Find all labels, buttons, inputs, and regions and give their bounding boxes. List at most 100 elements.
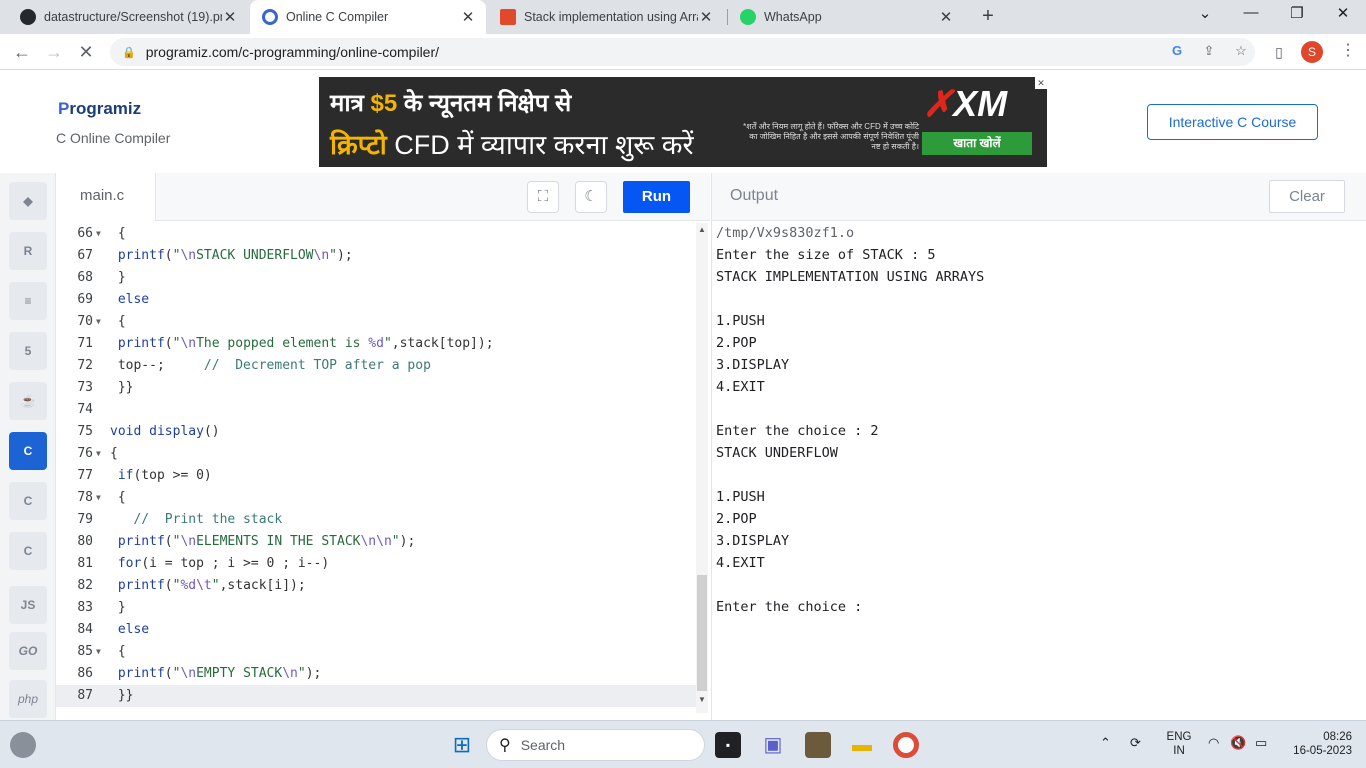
- input-language-indicator[interactable]: ENG IN: [1166, 730, 1192, 758]
- scroll-up-icon[interactable]: ▲: [696, 225, 708, 234]
- lock-icon[interactable]: 🔒: [122, 46, 136, 59]
- fold-toggle-icon[interactable]: ▼: [96, 223, 101, 245]
- advertisement-banner[interactable]: मात्र $5 के न्यूनतम निक्षेप से क्रिप्टो …: [319, 77, 1047, 167]
- code-line[interactable]: 79 // Print the stack: [56, 509, 696, 531]
- code-line[interactable]: 81 for(i = top ; i >= 0 ; i--): [56, 553, 696, 575]
- sync-icon[interactable]: ⟳: [1130, 735, 1141, 751]
- address-bar[interactable]: 🔒 programiz.com/c-programming/online-com…: [110, 38, 1255, 66]
- restore-icon[interactable]: ❐: [1282, 4, 1312, 22]
- scrollbar-thumb[interactable]: [697, 575, 707, 691]
- sql-database-icon[interactable]: ≡: [9, 282, 47, 320]
- code-line[interactable]: 86 printf("\nEMPTY STACK\n");: [56, 663, 696, 685]
- code-line[interactable]: 66 ▼ {: [56, 223, 696, 245]
- programiz-logo[interactable]: Programiz: [58, 99, 141, 119]
- ad-headline-1: मात्र $5 के न्यूनतम निक्षेप से: [330, 90, 572, 117]
- code-line[interactable]: 80 printf("\nELEMENTS IN THE STACK\n\n")…: [56, 531, 696, 553]
- fullscreen-icon[interactable]: ⛶: [527, 181, 559, 213]
- code-line[interactable]: 78 ▼ {: [56, 487, 696, 509]
- fold-toggle-icon[interactable]: ▼: [96, 487, 101, 509]
- interactive-course-button[interactable]: Interactive C Course: [1147, 104, 1318, 140]
- browser-menu-icon[interactable]: ⋮: [1340, 40, 1356, 60]
- run-button[interactable]: Run: [623, 181, 690, 213]
- output-console[interactable]: /tmp/Vx9s830zf1.o Enter the size of STACK…: [711, 221, 1366, 720]
- code-line[interactable]: 72 top--; // Decrement TOP after a pop: [56, 355, 696, 377]
- dark-mode-icon[interactable]: ☾: [575, 181, 607, 213]
- code-line[interactable]: 74: [56, 399, 696, 421]
- tab-search-icon[interactable]: ⌄: [1190, 4, 1220, 22]
- java-icon[interactable]: ☕: [9, 382, 47, 420]
- photos-app-icon[interactable]: [805, 732, 831, 758]
- code-line[interactable]: 67 printf("\nSTACK UNDERFLOW\n");: [56, 245, 696, 267]
- php-icon[interactable]: php: [9, 680, 47, 718]
- windows-start-icon[interactable]: ⊞: [449, 732, 475, 758]
- task-view-icon[interactable]: ▪: [715, 732, 741, 758]
- side-panel-icon[interactable]: ▯: [1268, 41, 1290, 63]
- close-window-icon[interactable]: ✕: [1328, 4, 1358, 22]
- new-tab-button[interactable]: +: [978, 5, 998, 27]
- code-line[interactable]: 75 void display(): [56, 421, 696, 443]
- go-language-icon[interactable]: GO: [9, 632, 47, 670]
- clear-button[interactable]: Clear: [1269, 180, 1345, 213]
- tab-whatsapp[interactable]: WhatsApp ✕: [728, 0, 964, 34]
- tab-online-c-compiler[interactable]: Online C Compiler ✕: [250, 0, 486, 34]
- code-line[interactable]: 83 }: [56, 597, 696, 619]
- share-icon[interactable]: ⇪: [1200, 43, 1218, 61]
- line-number: 71: [77, 336, 93, 351]
- tab-github[interactable]: datastructure/Screenshot (19).png ✕: [8, 0, 248, 34]
- code-editor[interactable]: 66 ▼ {67 printf("\nSTACK UNDERFLOW\n"); 68…: [56, 223, 696, 713]
- code-line[interactable]: 84 else: [56, 619, 696, 641]
- tab-title: datastructure/Screenshot (19).png: [44, 10, 222, 24]
- code-line[interactable]: 70 ▼ {: [56, 311, 696, 333]
- chrome-icon[interactable]: [893, 732, 919, 758]
- javascript-icon[interactable]: JS: [9, 586, 47, 624]
- close-tab-icon[interactable]: ✕: [698, 8, 714, 26]
- code-line[interactable]: 77 if(top >= 0): [56, 465, 696, 487]
- code-line[interactable]: 69 else: [56, 289, 696, 311]
- ad-close-icon[interactable]: ✕: [1035, 77, 1047, 89]
- code-line[interactable]: 68 }: [56, 267, 696, 289]
- html5-icon[interactable]: 5: [9, 332, 47, 370]
- c-language-icon[interactable]: C: [9, 432, 47, 470]
- fold-toggle-icon[interactable]: ▼: [96, 443, 101, 465]
- ad-cta-button[interactable]: खाता खोलें: [922, 132, 1032, 155]
- close-tab-icon[interactable]: ✕: [460, 8, 476, 26]
- profile-avatar[interactable]: S: [1301, 41, 1323, 63]
- bookmark-star-icon[interactable]: ☆: [1232, 43, 1250, 61]
- scroll-down-icon[interactable]: ▼: [696, 695, 708, 704]
- tab-stack-implementation[interactable]: Stack implementation using Arrays ✕: [488, 0, 724, 34]
- google-translate-icon[interactable]: G: [1168, 43, 1186, 61]
- code-line[interactable]: 85 ▼ {: [56, 641, 696, 663]
- python-icon[interactable]: ◆: [9, 182, 47, 220]
- line-number: 83: [77, 600, 93, 615]
- code-line[interactable]: 76 ▼ {: [56, 443, 696, 465]
- code-line[interactable]: 82 printf("%d\t",stack[i]);: [56, 575, 696, 597]
- csharp-language-icon[interactable]: C: [9, 532, 47, 570]
- forward-icon[interactable]: →: [43, 41, 65, 63]
- close-tab-icon[interactable]: ✕: [938, 8, 954, 26]
- wifi-icon[interactable]: ◠: [1208, 735, 1219, 751]
- fold-toggle-icon[interactable]: ▼: [96, 311, 101, 333]
- system-clock[interactable]: 08:26 16-05-2023: [1286, 730, 1352, 758]
- taskbar-search[interactable]: ⚲ Search: [486, 729, 705, 761]
- file-explorer-icon[interactable]: ▬: [849, 732, 875, 758]
- code-line[interactable]: 87 }}: [56, 685, 696, 707]
- battery-icon[interactable]: ▭: [1255, 735, 1267, 751]
- back-icon[interactable]: ←: [11, 41, 33, 63]
- teams-chat-icon[interactable]: ▣: [760, 732, 786, 758]
- weather-widget-icon[interactable]: [10, 732, 36, 758]
- fold-toggle-icon[interactable]: ▼: [96, 641, 101, 663]
- stop-loading-icon[interactable]: ✕: [75, 41, 97, 63]
- volume-muted-icon[interactable]: 🔇: [1230, 735, 1246, 751]
- close-tab-icon[interactable]: ✕: [222, 8, 238, 26]
- windows-taskbar: ⊞ ⚲ Search ▪ ▣ ▬ ⌃ ⟳ ENG IN ◠ 🔇 ▭ 08:26 …: [0, 720, 1366, 768]
- minimize-icon[interactable]: —: [1236, 4, 1266, 21]
- code-line[interactable]: 73 }}: [56, 377, 696, 399]
- r-language-icon[interactable]: R: [9, 232, 47, 270]
- code-line[interactable]: 71 printf("\nThe popped element is %d",s…: [56, 333, 696, 355]
- file-tab-main-c[interactable]: main.c: [56, 173, 156, 221]
- line-number: 69: [77, 292, 93, 307]
- editor-scrollbar[interactable]: ▲ ▼: [696, 223, 708, 713]
- cpp-language-icon[interactable]: C: [9, 482, 47, 520]
- show-hidden-icons-icon[interactable]: ⌃: [1100, 735, 1111, 751]
